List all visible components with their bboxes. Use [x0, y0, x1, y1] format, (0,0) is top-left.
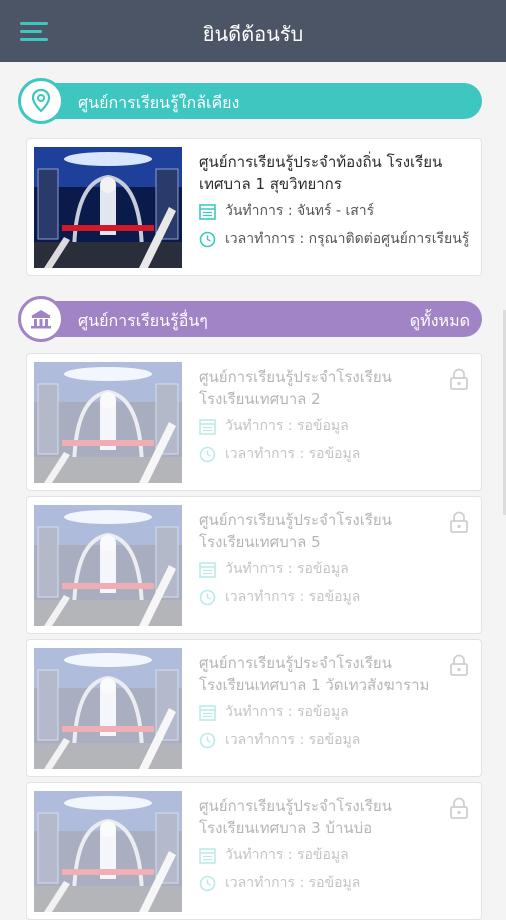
card-title-line2: โรงเรียนเทศบาล 5	[199, 533, 321, 551]
opening-days-row: วันทำการ : รอข้อมูล	[199, 414, 473, 438]
opening-hours-row: เวลาทำการ : กรุณาติดต่อศูนย์การเรียนรู้	[199, 227, 473, 251]
opening-hours-text: เวลาทำการ : รอข้อมูล	[225, 875, 361, 891]
calendar-icon	[199, 705, 216, 721]
card-title-line1: ศูนย์การเรียนรู้ประจำโรงเรียน	[199, 511, 392, 529]
opening-hours-row: เวลาทำการ : รอข้อมูล	[199, 871, 473, 895]
opening-hours-row: เวลาทำการ : รอข้อมูล	[199, 728, 473, 752]
opening-hours-text: เวลาทำการ : รอข้อมูล	[225, 732, 361, 748]
card-title-line1: ศูนย์การเรียนรู้ประจำโรงเรียน	[199, 368, 392, 386]
opening-days-text: วันทำการ : รอข้อมูล	[225, 561, 349, 577]
card-content: ศูนย์การเรียนรู้ประจำโรงเรียน โรงเรียนเท…	[199, 795, 473, 895]
opening-days-text: วันทำการ : รอข้อมูล	[225, 418, 349, 434]
opening-hours-row: เวลาทำการ : รอข้อมูล	[199, 585, 473, 609]
lock-icon	[450, 654, 468, 676]
clock-icon	[199, 589, 216, 606]
clock-icon	[199, 231, 216, 248]
learning-center-photo	[34, 648, 182, 769]
calendar-icon	[199, 419, 216, 435]
opening-days-text: วันทำการ : จันทร์ - เสาร์	[225, 203, 375, 219]
opening-days-text: วันทำการ : รอข้อมูล	[225, 847, 349, 863]
learning-center-card[interactable]: ศูนย์การเรียนรู้ประจำโรงเรียน โรงเรียนเท…	[26, 782, 482, 920]
card-title-line2: โรงเรียนเทศบาล 3 บ้านบ่อ	[199, 819, 373, 837]
card-title-line1: ศูนย์การเรียนรู้ประจำโรงเรียน	[199, 654, 392, 672]
clock-icon	[199, 732, 216, 749]
opening-days-row: วันทำการ : รอข้อมูล	[199, 557, 473, 581]
learning-center-card[interactable]: ศูนย์การเรียนรู้ประจำโรงเรียน โรงเรียนเท…	[26, 639, 482, 777]
lock-icon	[450, 511, 468, 533]
opening-hours-text: เวลาทำการ : รอข้อมูล	[225, 589, 361, 605]
learning-center-photo	[34, 147, 182, 268]
card-content: ศูนย์การเรียนรู้ประจำโรงเรียน โรงเรียนเท…	[199, 509, 473, 609]
other-section-title: ศูนย์การเรียนรู้อื่นๆ	[78, 311, 208, 330]
see-all-button[interactable]: ดูทั้งหมด	[410, 309, 470, 334]
card-title-line1: ศูนย์การเรียนรู้ประจำท้องถิ่น โรงเรียน	[199, 153, 443, 171]
opening-days-row: วันทำการ : รอข้อมูล	[199, 700, 473, 724]
learning-center-card[interactable]: ศูนย์การเรียนรู้ประจำโรงเรียน โรงเรียนเท…	[26, 353, 482, 491]
card-title-line1: ศูนย์การเรียนรู้ประจำโรงเรียน	[199, 797, 392, 815]
clock-icon	[199, 875, 216, 892]
calendar-icon	[199, 848, 216, 864]
clock-icon	[199, 446, 216, 463]
app-bar: ยินดีต้อนรับ	[0, 0, 506, 62]
learning-center-card[interactable]: ศูนย์การเรียนรู้ประจำโรงเรียน โรงเรียนเท…	[26, 496, 482, 634]
nearby-learning-center-card[interactable]: ศูนย์การเรียนรู้ประจำท้องถิ่น โรงเรียน เ…	[26, 138, 482, 276]
card-content: ศูนย์การเรียนรู้ประจำท้องถิ่น โรงเรียน เ…	[199, 151, 473, 251]
calendar-icon	[199, 204, 216, 220]
card-title-line2: โรงเรียนเทศบาล 1 วัดเทวสังฆาราม	[199, 676, 430, 694]
other-section-header: ศูนย์การเรียนรู้อื่นๆ ดูทั้งหมด	[26, 301, 482, 337]
school-building-icon	[18, 296, 64, 342]
card-title-line2: โรงเรียนเทศบาล 2	[199, 390, 321, 408]
opening-days-text: วันทำการ : รอข้อมูล	[225, 704, 349, 720]
nearby-section-title: ศูนย์การเรียนรู้ใกล้เคียง	[78, 93, 240, 112]
learning-center-photo	[34, 362, 182, 483]
card-title-line2: เทศบาล 1 สุขวิทยากร	[199, 175, 342, 193]
lock-icon	[450, 368, 468, 390]
opening-hours-row: เวลาทำการ : รอข้อมูล	[199, 442, 473, 466]
opening-days-row: วันทำการ : จันทร์ - เสาร์	[199, 199, 473, 223]
opening-hours-text: เวลาทำการ : รอข้อมูล	[225, 446, 361, 462]
nearby-section-header: ศูนย์การเรียนรู้ใกล้เคียง	[26, 83, 482, 119]
card-content: ศูนย์การเรียนรู้ประจำโรงเรียน โรงเรียนเท…	[199, 366, 473, 466]
calendar-icon	[199, 562, 216, 578]
location-pin-icon	[18, 78, 64, 124]
learning-center-photo	[34, 791, 182, 912]
opening-hours-text: เวลาทำการ : กรุณาติดต่อศูนย์การเรียนรู้	[225, 231, 470, 247]
opening-days-row: วันทำการ : รอข้อมูล	[199, 843, 473, 867]
card-content: ศูนย์การเรียนรู้ประจำโรงเรียน โรงเรียนเท…	[199, 652, 473, 752]
page-title: ยินดีต้อนรับ	[202, 22, 304, 46]
learning-center-photo	[34, 505, 182, 626]
lock-icon	[450, 797, 468, 819]
